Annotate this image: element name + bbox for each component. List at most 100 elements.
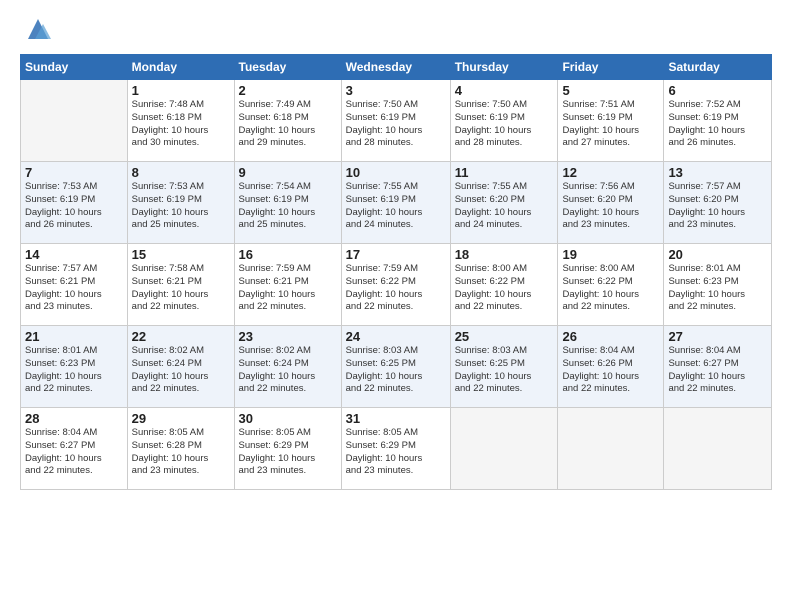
day-number: 17: [346, 247, 446, 262]
header: [20, 18, 772, 44]
day-number: 5: [562, 83, 659, 98]
day-info: Sunrise: 7:55 AM Sunset: 6:19 PM Dayligh…: [346, 181, 446, 232]
day-number: 16: [239, 247, 337, 262]
day-info: Sunrise: 8:05 AM Sunset: 6:29 PM Dayligh…: [239, 427, 337, 478]
weekday-header: Tuesday: [234, 55, 341, 80]
day-number: 2: [239, 83, 337, 98]
day-number: 13: [668, 165, 767, 180]
calendar-cell: 18Sunrise: 8:00 AM Sunset: 6:22 PM Dayli…: [450, 244, 558, 326]
calendar-cell: 16Sunrise: 7:59 AM Sunset: 6:21 PM Dayli…: [234, 244, 341, 326]
day-number: 29: [132, 411, 230, 426]
weekday-header: Friday: [558, 55, 664, 80]
day-number: 27: [668, 329, 767, 344]
day-info: Sunrise: 7:57 AM Sunset: 6:21 PM Dayligh…: [25, 263, 123, 314]
day-info: Sunrise: 8:05 AM Sunset: 6:28 PM Dayligh…: [132, 427, 230, 478]
calendar-cell: 10Sunrise: 7:55 AM Sunset: 6:19 PM Dayli…: [341, 162, 450, 244]
day-number: 7: [25, 165, 123, 180]
day-number: 19: [562, 247, 659, 262]
day-info: Sunrise: 7:48 AM Sunset: 6:18 PM Dayligh…: [132, 99, 230, 150]
calendar-cell: 22Sunrise: 8:02 AM Sunset: 6:24 PM Dayli…: [127, 326, 234, 408]
weekday-header: Monday: [127, 55, 234, 80]
day-number: 12: [562, 165, 659, 180]
day-number: 11: [455, 165, 554, 180]
day-number: 20: [668, 247, 767, 262]
calendar-row: 21Sunrise: 8:01 AM Sunset: 6:23 PM Dayli…: [21, 326, 772, 408]
day-number: 15: [132, 247, 230, 262]
calendar-table: SundayMondayTuesdayWednesdayThursdayFrid…: [20, 54, 772, 490]
day-info: Sunrise: 8:04 AM Sunset: 6:27 PM Dayligh…: [25, 427, 123, 478]
calendar-cell: 14Sunrise: 7:57 AM Sunset: 6:21 PM Dayli…: [21, 244, 128, 326]
calendar-cell: [558, 408, 664, 490]
day-number: 4: [455, 83, 554, 98]
day-number: 24: [346, 329, 446, 344]
calendar-cell: 31Sunrise: 8:05 AM Sunset: 6:29 PM Dayli…: [341, 408, 450, 490]
day-info: Sunrise: 8:05 AM Sunset: 6:29 PM Dayligh…: [346, 427, 446, 478]
page: SundayMondayTuesdayWednesdayThursdayFrid…: [0, 0, 792, 612]
calendar-cell: [664, 408, 772, 490]
day-info: Sunrise: 8:01 AM Sunset: 6:23 PM Dayligh…: [668, 263, 767, 314]
calendar-header-row: SundayMondayTuesdayWednesdayThursdayFrid…: [21, 55, 772, 80]
day-number: 26: [562, 329, 659, 344]
day-number: 25: [455, 329, 554, 344]
day-info: Sunrise: 7:51 AM Sunset: 6:19 PM Dayligh…: [562, 99, 659, 150]
day-info: Sunrise: 7:49 AM Sunset: 6:18 PM Dayligh…: [239, 99, 337, 150]
calendar-cell: 8Sunrise: 7:53 AM Sunset: 6:19 PM Daylig…: [127, 162, 234, 244]
day-info: Sunrise: 8:00 AM Sunset: 6:22 PM Dayligh…: [562, 263, 659, 314]
calendar-cell: 2Sunrise: 7:49 AM Sunset: 6:18 PM Daylig…: [234, 80, 341, 162]
day-info: Sunrise: 8:01 AM Sunset: 6:23 PM Dayligh…: [25, 345, 123, 396]
calendar-cell: 9Sunrise: 7:54 AM Sunset: 6:19 PM Daylig…: [234, 162, 341, 244]
day-number: 30: [239, 411, 337, 426]
calendar-cell: 28Sunrise: 8:04 AM Sunset: 6:27 PM Dayli…: [21, 408, 128, 490]
day-info: Sunrise: 7:58 AM Sunset: 6:21 PM Dayligh…: [132, 263, 230, 314]
weekday-header: Sunday: [21, 55, 128, 80]
calendar-cell: 25Sunrise: 8:03 AM Sunset: 6:25 PM Dayli…: [450, 326, 558, 408]
calendar-cell: 1Sunrise: 7:48 AM Sunset: 6:18 PM Daylig…: [127, 80, 234, 162]
day-info: Sunrise: 8:03 AM Sunset: 6:25 PM Dayligh…: [455, 345, 554, 396]
weekday-header: Wednesday: [341, 55, 450, 80]
calendar-cell: 23Sunrise: 8:02 AM Sunset: 6:24 PM Dayli…: [234, 326, 341, 408]
day-info: Sunrise: 8:04 AM Sunset: 6:27 PM Dayligh…: [668, 345, 767, 396]
day-info: Sunrise: 7:55 AM Sunset: 6:20 PM Dayligh…: [455, 181, 554, 232]
day-info: Sunrise: 8:03 AM Sunset: 6:25 PM Dayligh…: [346, 345, 446, 396]
day-info: Sunrise: 7:56 AM Sunset: 6:20 PM Dayligh…: [562, 181, 659, 232]
day-info: Sunrise: 7:50 AM Sunset: 6:19 PM Dayligh…: [455, 99, 554, 150]
calendar-cell: 27Sunrise: 8:04 AM Sunset: 6:27 PM Dayli…: [664, 326, 772, 408]
calendar-cell: 15Sunrise: 7:58 AM Sunset: 6:21 PM Dayli…: [127, 244, 234, 326]
calendar-cell: 29Sunrise: 8:05 AM Sunset: 6:28 PM Dayli…: [127, 408, 234, 490]
day-number: 6: [668, 83, 767, 98]
day-number: 3: [346, 83, 446, 98]
day-info: Sunrise: 7:53 AM Sunset: 6:19 PM Dayligh…: [132, 181, 230, 232]
weekday-header: Thursday: [450, 55, 558, 80]
day-info: Sunrise: 7:52 AM Sunset: 6:19 PM Dayligh…: [668, 99, 767, 150]
day-info: Sunrise: 7:59 AM Sunset: 6:21 PM Dayligh…: [239, 263, 337, 314]
calendar-cell: 24Sunrise: 8:03 AM Sunset: 6:25 PM Dayli…: [341, 326, 450, 408]
calendar-cell: [21, 80, 128, 162]
day-number: 21: [25, 329, 123, 344]
day-number: 10: [346, 165, 446, 180]
day-info: Sunrise: 8:04 AM Sunset: 6:26 PM Dayligh…: [562, 345, 659, 396]
calendar-cell: [450, 408, 558, 490]
weekday-header: Saturday: [664, 55, 772, 80]
day-number: 23: [239, 329, 337, 344]
calendar-cell: 26Sunrise: 8:04 AM Sunset: 6:26 PM Dayli…: [558, 326, 664, 408]
calendar-row: 7 Sunrise: 7:53 AM Sunset: 6:19 PM Daylig…: [21, 162, 772, 244]
calendar-cell: 7Sunrise: 7:53 AM Sunset: 6:19 PM Daylig…: [21, 162, 128, 244]
calendar-row: 1Sunrise: 7:48 AM Sunset: 6:18 PM Daylig…: [21, 80, 772, 162]
day-info: Sunrise: 8:02 AM Sunset: 6:24 PM Dayligh…: [239, 345, 337, 396]
day-info: Sunrise: 7:54 AM Sunset: 6:19 PM Dayligh…: [239, 181, 337, 232]
calendar-cell: 30Sunrise: 8:05 AM Sunset: 6:29 PM Dayli…: [234, 408, 341, 490]
calendar-row: 14Sunrise: 7:57 AM Sunset: 6:21 PM Dayli…: [21, 244, 772, 326]
day-number: 1: [132, 83, 230, 98]
day-info: Sunrise: 7:57 AM Sunset: 6:20 PM Dayligh…: [668, 181, 767, 232]
day-info: Sunrise: 7:50 AM Sunset: 6:19 PM Dayligh…: [346, 99, 446, 150]
calendar-cell: 19Sunrise: 8:00 AM Sunset: 6:22 PM Dayli…: [558, 244, 664, 326]
logo-icon: [23, 14, 53, 44]
calendar-cell: 5Sunrise: 7:51 AM Sunset: 6:19 PM Daylig…: [558, 80, 664, 162]
calendar-cell: 12Sunrise: 7:56 AM Sunset: 6:20 PM Dayli…: [558, 162, 664, 244]
calendar-cell: 13Sunrise: 7:57 AM Sunset: 6:20 PM Dayli…: [664, 162, 772, 244]
day-info: Sunrise: 8:00 AM Sunset: 6:22 PM Dayligh…: [455, 263, 554, 314]
calendar-row: 28Sunrise: 8:04 AM Sunset: 6:27 PM Dayli…: [21, 408, 772, 490]
day-number: 14: [25, 247, 123, 262]
day-info: Sunrise: 7:59 AM Sunset: 6:22 PM Dayligh…: [346, 263, 446, 314]
day-info: Sunrise: 8:02 AM Sunset: 6:24 PM Dayligh…: [132, 345, 230, 396]
